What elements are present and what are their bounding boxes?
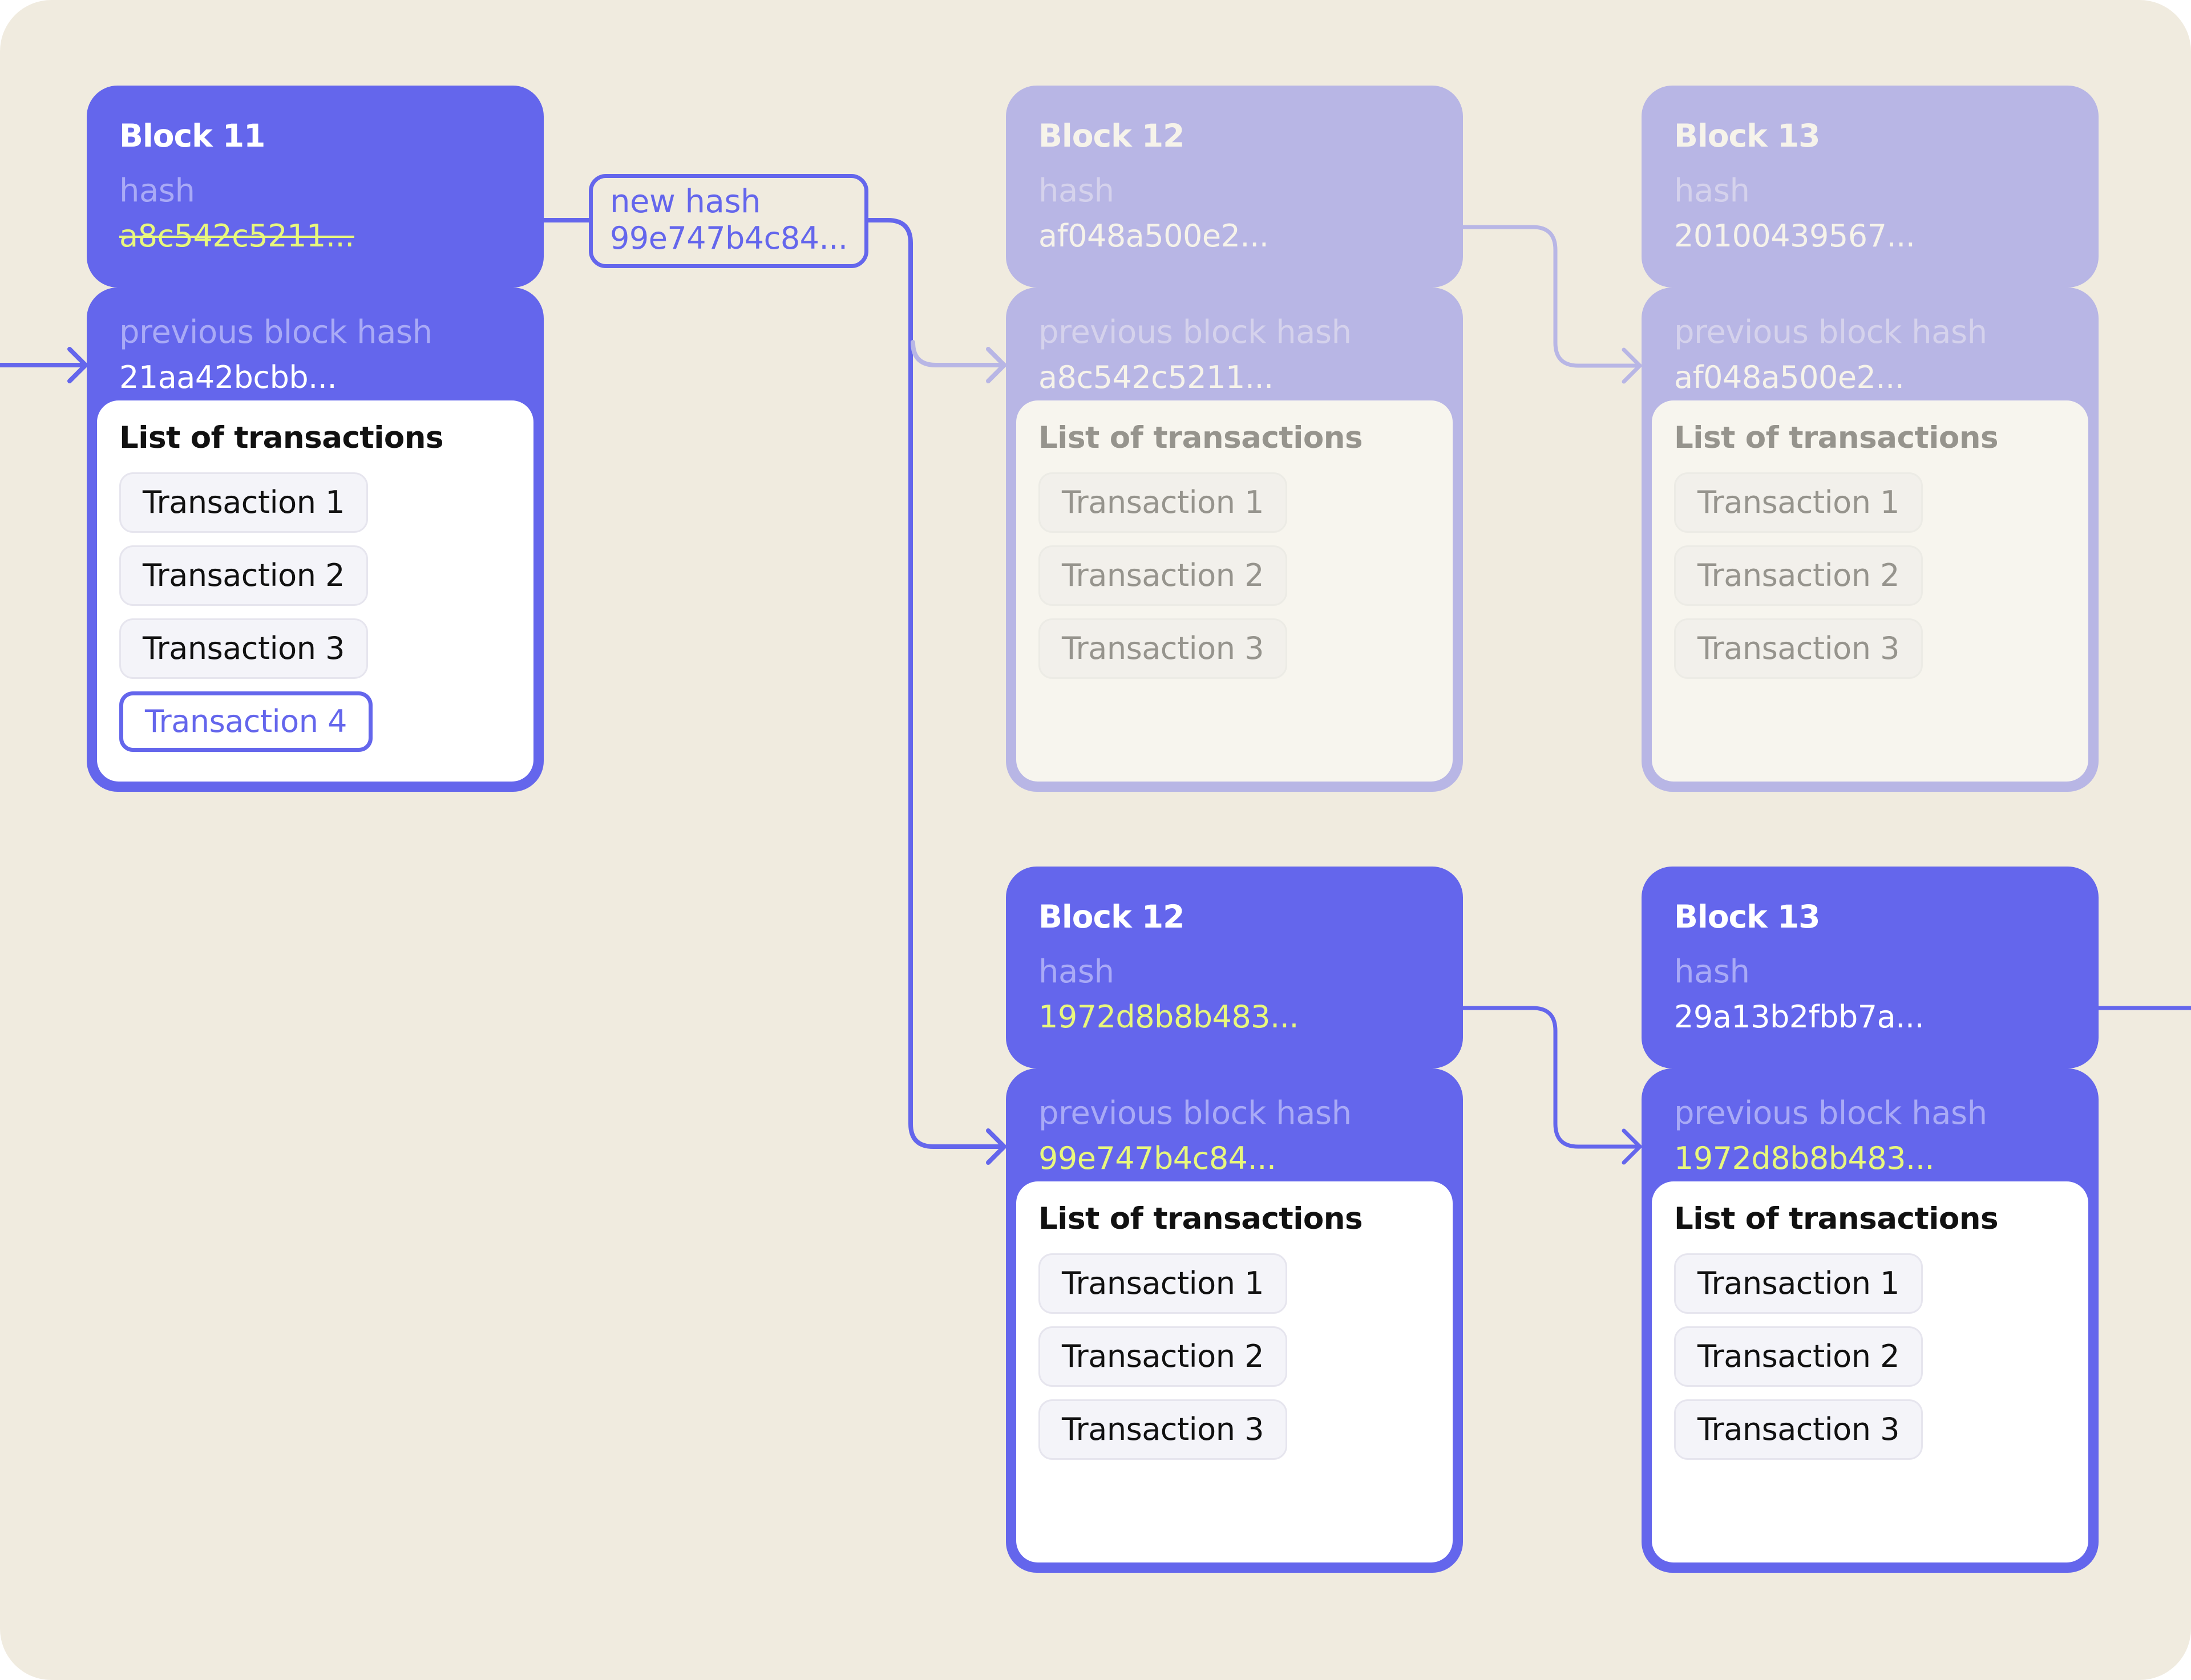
transaction-chip[interactable]: Transaction 1 <box>1038 472 1287 533</box>
hash-value: 29a13b2fbb7a... <box>1674 999 1925 1035</box>
new-hash-label: new hash <box>610 183 761 220</box>
previous-hash-label: previous block hash <box>1038 1095 1352 1132</box>
transaction-list: List of transactions Transaction 1 Trans… <box>1016 400 1453 782</box>
block-title: Block 13 <box>1674 898 1820 935</box>
block-title: Block 11 <box>119 118 265 154</box>
hash-value: af048a500e2... <box>1038 218 1269 254</box>
transaction-list: List of transactions Transaction 1 Trans… <box>1016 1181 1453 1562</box>
transaction-chip[interactable]: Transaction 2 <box>119 545 368 606</box>
previous-hash-section: previous block hash 99e747b4c84... <box>1016 1068 1453 1181</box>
block-title: Block 13 <box>1674 118 1820 154</box>
transaction-list: List of transactions Transaction 1 Trans… <box>1652 400 2088 782</box>
previous-hash-label: previous block hash <box>1674 314 1987 351</box>
block12-new-to-block13-new-line <box>1461 1006 1642 1149</box>
previous-hash-value: a8c542c5211... <box>1038 359 1274 395</box>
transaction-chip[interactable]: Transaction 2 <box>1038 545 1287 606</box>
block-body: previous block hash 21aa42bcbb... List o… <box>87 288 544 792</box>
block-header: Block 13 hash 29a13b2fbb7a... <box>1642 867 2099 1068</box>
transaction-chip[interactable]: Transaction 3 <box>1038 618 1287 679</box>
block-header: Block 12 hash 1972d8b8b483... <box>1006 867 1463 1068</box>
block-body: previous block hash a8c542c5211... List … <box>1006 288 1463 792</box>
block-body: previous block hash 99e747b4c84... List … <box>1006 1068 1463 1573</box>
transaction-list-title: List of transactions <box>1674 1201 1999 1236</box>
transaction-list: List of transactions Transaction 1 Trans… <box>97 400 533 782</box>
block-header: Block 12 hash af048a500e2... <box>1006 86 1463 288</box>
hash-label: hash <box>119 172 195 209</box>
block-title: Block 12 <box>1038 898 1185 935</box>
transaction-chip[interactable]: Transaction 1 <box>1674 472 1923 533</box>
transaction-list-title: List of transactions <box>1038 1201 1363 1236</box>
hash-value-invalidated: a8c542c5211... <box>119 218 354 254</box>
new-hash-box: new hash 99e747b4c84... <box>589 174 868 268</box>
block-header: Block 11 hash a8c542c5211... <box>87 86 544 288</box>
block-header: Block 13 hash 20100439567... <box>1642 86 2099 288</box>
previous-hash-label: previous block hash <box>119 314 432 351</box>
previous-hash-section: previous block hash 21aa42bcbb... <box>97 288 533 400</box>
block12-old-to-block13-old-line <box>1461 225 1642 368</box>
previous-hash-section: previous block hash 1972d8b8b483... <box>1652 1068 2088 1181</box>
transaction-list: List of transactions Transaction 1 Trans… <box>1652 1181 2088 1562</box>
new-transaction-chip[interactable]: Transaction 4 <box>119 691 373 752</box>
newhash-to-block12-new-line <box>865 218 1006 1149</box>
previous-hash-value: 1972d8b8b483... <box>1674 1140 1935 1176</box>
transaction-chip[interactable]: Transaction 1 <box>119 472 368 533</box>
transaction-list-title: List of transactions <box>1674 420 1999 455</box>
transaction-list-title: List of transactions <box>119 420 444 455</box>
transaction-chip[interactable]: Transaction 3 <box>1038 1399 1287 1460</box>
transaction-chip[interactable]: Transaction 3 <box>1674 618 1923 679</box>
previous-hash-label: previous block hash <box>1038 314 1352 351</box>
new-hash-value: 99e747b4c84... <box>610 220 848 256</box>
transaction-chip[interactable]: Transaction 3 <box>1674 1399 1923 1460</box>
transaction-chip[interactable]: Transaction 3 <box>119 618 368 679</box>
block-title: Block 12 <box>1038 118 1185 154</box>
transaction-chip[interactable]: Transaction 2 <box>1038 1326 1287 1387</box>
blockchain-diagram-canvas: Block 11 hash a8c542c5211... previous bl… <box>0 0 2191 1680</box>
transaction-chip[interactable]: Transaction 1 <box>1674 1253 1923 1314</box>
transaction-list-title: List of transactions <box>1038 420 1363 455</box>
transaction-chip[interactable]: Transaction 2 <box>1674 1326 1923 1387</box>
hash-label: hash <box>1674 172 1750 209</box>
hash-value: 1972d8b8b483... <box>1038 999 1299 1035</box>
previous-hash-section: previous block hash a8c542c5211... <box>1016 288 1453 400</box>
hash-label: hash <box>1674 953 1750 990</box>
previous-hash-value: af048a500e2... <box>1674 359 1905 395</box>
hash-label: hash <box>1038 172 1114 209</box>
transaction-chip[interactable]: Transaction 2 <box>1674 545 1923 606</box>
previous-hash-value: 99e747b4c84... <box>1038 1140 1276 1176</box>
previous-hash-value: 21aa42bcbb... <box>119 359 337 395</box>
hash-label: hash <box>1038 953 1114 990</box>
block-body: previous block hash 1972d8b8b483... List… <box>1642 1068 2099 1573</box>
previous-hash-label: previous block hash <box>1674 1095 1987 1132</box>
block-body: previous block hash af048a500e2... List … <box>1642 288 2099 792</box>
previous-hash-section: previous block hash af048a500e2... <box>1652 288 2088 400</box>
hash-value: 20100439567... <box>1674 218 1915 254</box>
transaction-chip[interactable]: Transaction 1 <box>1038 1253 1287 1314</box>
